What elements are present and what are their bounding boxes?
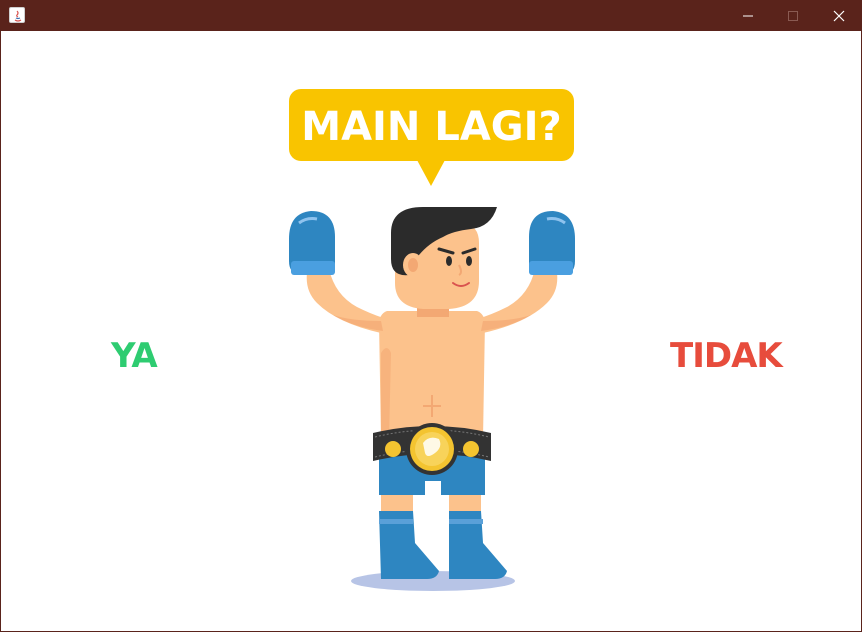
play-again-question: MAIN LAGI? — [301, 104, 562, 150]
speech-bubble: MAIN LAGI? — [289, 89, 575, 187]
left-boot-stripe — [379, 519, 413, 524]
maximize-icon — [788, 11, 798, 21]
close-button[interactable] — [816, 1, 861, 31]
speech-bubble-body: MAIN LAGI? — [289, 89, 574, 161]
minimize-icon — [743, 15, 753, 17]
java-app-icon — [9, 7, 25, 23]
minimize-button[interactable] — [725, 1, 771, 31]
yes-button[interactable]: YA — [111, 339, 158, 373]
speech-bubble-tail — [417, 160, 445, 186]
torso — [379, 311, 485, 439]
game-over-panel: MAIN LAGI? YA TIDAK — [1, 31, 861, 631]
right-eye — [466, 256, 472, 266]
right-glove-cuff — [529, 261, 573, 275]
title-bar[interactable] — [1, 1, 861, 31]
left-glove-cuff — [291, 261, 335, 275]
belt-stud-right — [463, 441, 479, 457]
no-button[interactable]: TIDAK — [670, 339, 783, 373]
close-icon — [833, 10, 845, 22]
belt-stud-left — [385, 441, 401, 457]
boxer-champion-illustration — [289, 207, 575, 591]
left-eye — [446, 256, 452, 266]
app-window: MAIN LAGI? YA TIDAK — [0, 0, 862, 632]
maximize-button[interactable] — [770, 1, 816, 31]
right-boot-stripe — [449, 519, 483, 524]
